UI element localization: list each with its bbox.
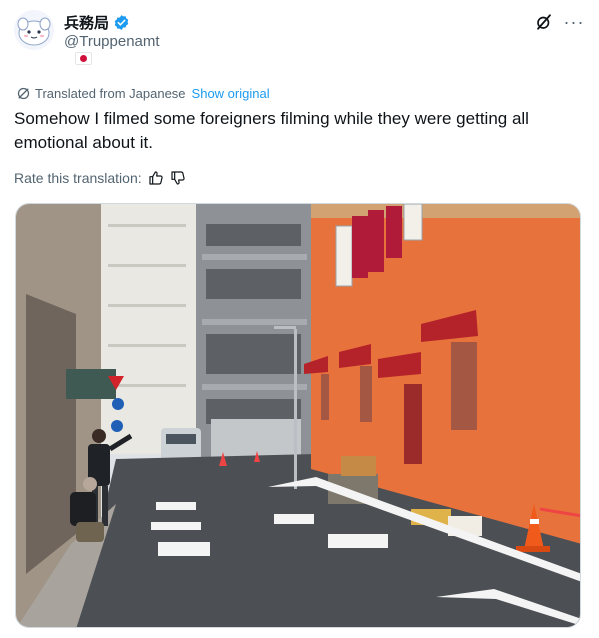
- thumbs-down-icon[interactable]: [170, 170, 186, 186]
- tweet-header: 兵務局 @Truppenamt ···: [14, 10, 585, 68]
- display-name[interactable]: 兵務局: [64, 12, 109, 33]
- distant-white-building: [96, 204, 196, 454]
- grok-glyph-icon: [537, 14, 551, 30]
- street-scene-image: [16, 204, 580, 627]
- more-options-button[interactable]: ···: [563, 11, 585, 33]
- japan-flag-icon: [75, 52, 92, 65]
- grok-icon[interactable]: [533, 11, 555, 33]
- thumbs-up-icon[interactable]: [148, 170, 164, 186]
- translate-icon: [17, 87, 30, 100]
- more-icon: ···: [563, 11, 585, 32]
- show-original-link[interactable]: Show original: [192, 86, 270, 101]
- avatar[interactable]: [14, 10, 54, 50]
- translated-from-label: Translated from Japanese: [35, 86, 186, 101]
- rate-translation: Rate this translation:: [14, 170, 186, 186]
- tweet-text: Somehow I filmed some foreigners filming…: [14, 109, 529, 152]
- author-info: 兵務局 @Truppenamt: [64, 12, 160, 51]
- display-name-row: 兵務局: [64, 12, 160, 32]
- tweet-media-photo[interactable]: [15, 203, 581, 628]
- avatar-image: [14, 10, 54, 50]
- handle[interactable]: @Truppenamt: [64, 33, 160, 50]
- rate-translation-label: Rate this translation:: [14, 170, 142, 186]
- translation-notice: Translated from Japanese Show original: [16, 86, 270, 101]
- verified-badge-icon[interactable]: [113, 14, 130, 31]
